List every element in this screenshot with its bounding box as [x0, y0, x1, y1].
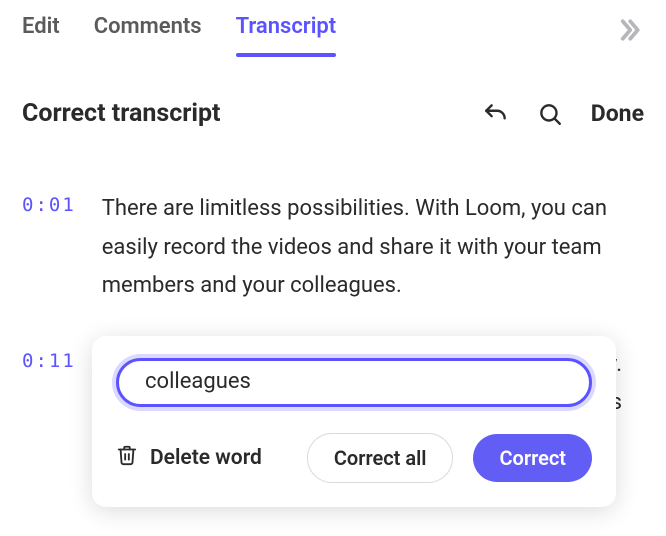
segment-text[interactable]: There are limitless possibilities. With …: [102, 190, 644, 306]
delete-word-button[interactable]: Delete word: [116, 443, 262, 473]
search-icon[interactable]: [537, 101, 563, 127]
page-title: Correct transcript: [22, 99, 483, 128]
collapse-icon[interactable]: [614, 15, 644, 55]
popover-actions: Delete word Correct all Correct: [116, 433, 592, 483]
correction-input[interactable]: [145, 369, 563, 394]
tab-edit[interactable]: Edit: [22, 14, 60, 55]
correct-button[interactable]: Correct: [473, 434, 592, 482]
segment-timestamp[interactable]: 0:11: [22, 346, 76, 372]
toolbar: Correct transcript Done: [0, 55, 666, 128]
transcript-segment: 0:01 There are limitless possibilities. …: [22, 190, 644, 306]
correction-input-wrap[interactable]: [116, 358, 592, 407]
done-button[interactable]: Done: [591, 100, 644, 127]
delete-word-label: Delete word: [150, 446, 262, 470]
correct-all-button[interactable]: Correct all: [307, 433, 454, 483]
undo-icon[interactable]: [483, 101, 509, 127]
transcript-segments: 0:01 There are limitless possibilities. …: [0, 128, 666, 372]
trash-icon: [116, 443, 138, 473]
tabs: Edit Comments Transcript: [22, 14, 614, 55]
tabs-row: Edit Comments Transcript: [0, 0, 666, 55]
segment-timestamp[interactable]: 0:01: [22, 190, 76, 216]
tab-comments[interactable]: Comments: [94, 14, 202, 55]
correction-popover: Delete word Correct all Correct: [92, 336, 616, 507]
tab-transcript[interactable]: Transcript: [236, 14, 337, 55]
